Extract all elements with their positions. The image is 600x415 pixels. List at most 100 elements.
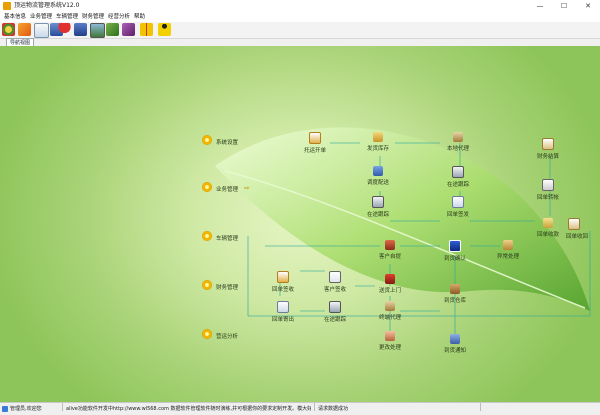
module-label: 业务管理 [216,187,239,193]
menu-help[interactable]: 帮助 [134,12,145,22]
node-label: 送货上门 [378,288,401,294]
picture-icon[interactable] [90,23,105,38]
node-label: 本地代理 [446,146,469,152]
computer-icon [373,166,383,176]
node-huidan-right[interactable]: 回单收回 [566,218,600,240]
umbrella-icon[interactable] [58,23,71,36]
maximize-button[interactable]: ☐ [552,0,576,12]
node-label: 到货确认 [443,256,466,262]
node-daohuo-tongzhi[interactable]: 到货通知 [420,334,490,354]
node-kehu[interactable]: 客户自提 [355,240,425,260]
monitor-icon [329,301,341,313]
menu-bar: 基本信息 业务管理 车辆管理 财务管理 经营分析 帮助 [0,12,600,22]
monitor-icon [372,196,384,208]
node-label: 发货库存 [366,146,389,152]
document-icon [309,132,321,144]
gear-icon [202,135,212,145]
envelope-icon [277,301,289,313]
node-label: 更改处理 [378,345,401,351]
module-label: 车辆管理 [216,236,239,242]
gear-icon [202,231,212,241]
status-user: 管理员,欢迎您 [10,406,42,412]
app-icon [3,2,11,10]
menu-vehicles[interactable]: 车辆管理 [56,12,78,22]
node-bendi[interactable]: 本地代理 [423,132,493,152]
warehouse-icon [450,284,460,294]
leaf-background [215,127,591,336]
document-pen-icon[interactable] [34,23,49,38]
book-green-icon[interactable] [106,23,119,36]
user-icon [2,406,8,412]
book-purple-icon[interactable] [122,23,135,36]
users-group-icon[interactable] [74,23,87,36]
parcel-icon [453,132,463,142]
status-info: alive功能软件开发中http://www.wl568.com 数据软件管理软… [66,406,311,412]
node-label: 终端代理 [378,315,401,321]
node-label: 到货通知 [443,348,466,354]
node-yichang[interactable]: 异常处理 [473,240,543,260]
node-songhuo[interactable]: 送货上门 [355,274,425,294]
window-title: 顶运物流管理系统V12.0 [14,2,80,9]
node-label: 托运开单 [303,148,326,154]
close-button[interactable]: ✕ [576,0,600,12]
node-label: 到货仓库 [443,298,466,304]
gear-icon [202,280,212,290]
module-label: 营运分析 [216,334,239,340]
monitor-icon [452,166,464,178]
gear-icon [202,329,212,339]
node-label: 异常处理 [496,254,519,260]
node-label: 财务结算 [536,154,559,160]
document-pen-icon [542,138,554,150]
truck-icon [385,240,395,250]
arrow-right-icon: ⇨ [244,184,250,192]
node-label: 客户签收 [323,287,346,293]
module-business[interactable]: 业务管理 ⇨ [202,182,250,193]
module-finance[interactable]: 财务管理 [202,280,239,291]
envelope-yellow-icon [543,218,553,228]
gear-icon [202,182,212,192]
parcel-icon [385,301,395,311]
node-zaitu-1[interactable]: 在途跟踪 [423,166,493,188]
node-label: 在途跟踪 [366,212,389,218]
delivery-truck-icon [385,274,395,284]
menu-business[interactable]: 业务管理 [30,12,52,22]
module-label: 财务管理 [216,285,239,291]
node-fahuo[interactable]: 发货库存 [343,132,413,152]
minimize-button[interactable]: — [528,0,552,12]
node-tuoyun[interactable]: 托运开单 [280,132,350,154]
document-pen-icon [277,271,289,283]
menu-basic-info[interactable]: 基本信息 [4,12,26,22]
node-label: 在途跟踪 [446,182,469,188]
hand-icon [329,271,341,283]
navigation-canvas: 系统设置 业务管理 ⇨ 车辆管理 财务管理 营运分析 托运开单 发货库存 本地代… [0,46,600,402]
module-analysis[interactable]: 营运分析 [202,329,239,340]
node-gengzheng[interactable]: 更改处理 [355,331,425,351]
node-zaitu-2[interactable]: 在途跟踪 [343,196,413,218]
node-daohuo-cangku[interactable]: 到货仓库 [420,284,490,304]
node-label: 回单收回 [566,234,589,240]
box-icon [373,132,383,142]
package-open-icon [503,240,513,250]
node-label: 回单转帐 [536,195,559,201]
envelope-icon [452,196,464,208]
arrow-orange-icon[interactable] [18,23,31,36]
node-label: 回单签收 [271,287,294,293]
title-bar: 顶运物流管理系统V12.0 — ☐ ✕ [0,0,600,12]
menu-analysis[interactable]: 经营分析 [108,12,130,22]
gift-box-icon[interactable] [140,23,153,36]
node-zhongzhuan[interactable]: 终端代理 [355,301,425,321]
node-label: 在途跟踪 [323,317,346,323]
node-huidanzhuan[interactable]: 回单转帐 [513,179,583,201]
color-gear-icon[interactable] [2,23,15,36]
document-icon [568,218,580,230]
module-vehicles[interactable]: 车辆管理 [202,231,239,242]
toolbar [0,22,600,39]
module-system-settings[interactable]: 系统设置 [202,135,238,146]
node-huidanfengfa[interactable]: 回单签发 [423,196,493,218]
node-diaodu[interactable]: 调度配送 [343,166,413,186]
runner-icon[interactable] [158,23,171,36]
form-icon [542,179,554,191]
menu-finance[interactable]: 财务管理 [82,12,104,22]
node-caiwu[interactable]: 财务结算 [513,138,583,160]
node-label: 回单收款 [536,232,559,238]
